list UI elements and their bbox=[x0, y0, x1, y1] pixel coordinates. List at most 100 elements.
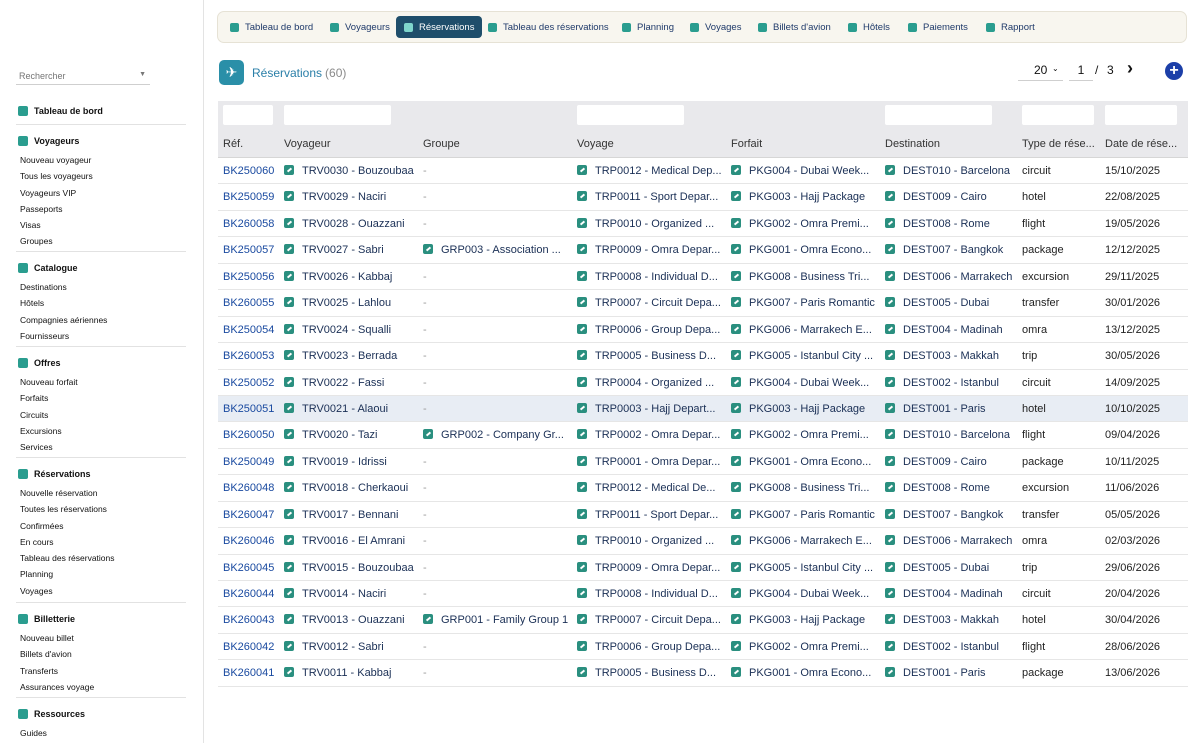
edit-link-icon[interactable] bbox=[577, 217, 587, 228]
edit-link-icon[interactable] bbox=[731, 588, 741, 598]
edit-link-icon[interactable] bbox=[885, 640, 895, 651]
destination-cell[interactable]: DEST009 - Cairo bbox=[885, 449, 1017, 475]
edit-link-icon[interactable] bbox=[577, 429, 587, 440]
traveler-cell[interactable]: TRV0026 - Kabbaj bbox=[284, 264, 414, 290]
group-cell[interactable]: - bbox=[423, 555, 571, 581]
edit-link-icon[interactable] bbox=[284, 191, 294, 202]
edit-link-icon[interactable] bbox=[577, 667, 587, 678]
edit-link-icon[interactable] bbox=[577, 350, 587, 361]
edit-link-icon[interactable] bbox=[731, 165, 741, 175]
package-cell[interactable]: PKG004 - Dubai Week... bbox=[731, 581, 881, 607]
edit-link-icon[interactable] bbox=[284, 323, 294, 334]
sidebar-item[interactable]: Confirmées bbox=[16, 518, 186, 534]
sidebar-item[interactable]: Transferts bbox=[16, 663, 186, 679]
search-select[interactable]: ▼ bbox=[16, 66, 150, 85]
edit-link-icon[interactable] bbox=[284, 217, 294, 228]
sidebar-item[interactable]: Passeports bbox=[16, 201, 186, 217]
edit-link-icon[interactable] bbox=[885, 561, 895, 572]
package-cell[interactable]: PKG001 - Omra Econo... bbox=[731, 449, 881, 475]
destination-cell[interactable]: DEST004 - Madinah bbox=[885, 581, 1017, 607]
column-header[interactable]: Réf. bbox=[223, 138, 283, 150]
column-filter-input[interactable] bbox=[885, 105, 992, 125]
table-row[interactable]: BK260058 TRV0028 - Ouazzani - TRP0010 - Org… bbox=[218, 210, 1188, 238]
ref-cell[interactable]: BK260044 bbox=[223, 581, 283, 607]
edit-link-icon[interactable] bbox=[284, 376, 294, 387]
ref-cell[interactable]: BK260053 bbox=[223, 343, 283, 369]
sidebar-item[interactable]: Voyages bbox=[16, 583, 186, 599]
group-cell[interactable]: - bbox=[423, 211, 571, 237]
edit-link-icon[interactable] bbox=[731, 455, 741, 466]
sidebar-heading[interactable]: Catalogue bbox=[16, 260, 186, 276]
ref-cell[interactable]: BK250052 bbox=[223, 370, 283, 396]
package-cell[interactable]: PKG007 - Paris Romantic bbox=[731, 502, 881, 528]
edit-link-icon[interactable] bbox=[885, 588, 895, 598]
sidebar-item[interactable]: Tableau des réservations bbox=[16, 550, 186, 566]
package-cell[interactable]: PKG004 - Dubai Week... bbox=[731, 370, 881, 396]
table-row[interactable]: BK260043 TRV0013 - Ouazzani GRP001 - Famil… bbox=[218, 607, 1188, 634]
destination-cell[interactable]: DEST010 - Barcelona bbox=[885, 158, 1017, 184]
traveler-cell[interactable]: TRV0012 - Sabri bbox=[284, 634, 414, 660]
ref-cell[interactable]: BK250054 bbox=[223, 317, 283, 343]
edit-link-icon[interactable] bbox=[423, 614, 433, 625]
traveler-cell[interactable]: TRV0020 - Tazi bbox=[284, 422, 414, 448]
group-cell[interactable]: GRP001 - Family Group 1 bbox=[423, 607, 571, 633]
sidebar-heading[interactable]: Tableau de bord bbox=[16, 103, 186, 119]
destination-cell[interactable]: DEST008 - Rome bbox=[885, 475, 1017, 501]
table-row[interactable]: BK250060 TRV0030 - Bouzoubaa - TRP0012 - Me… bbox=[218, 158, 1188, 185]
ref-cell[interactable]: BK260050 bbox=[223, 422, 283, 448]
sidebar-item[interactable]: Fournisseurs bbox=[16, 328, 186, 344]
column-header[interactable]: Date de rése... bbox=[1105, 138, 1185, 150]
traveler-cell[interactable]: TRV0011 - Kabbaj bbox=[284, 660, 414, 686]
edit-link-icon[interactable] bbox=[284, 350, 294, 361]
sidebar-item[interactable]: Billets d'avion bbox=[16, 646, 186, 662]
trip-cell[interactable]: TRP0007 - Circuit Depa... bbox=[577, 607, 727, 633]
table-row[interactable]: BK250059 TRV0029 - Naciri - TRP0011 - Sport… bbox=[218, 184, 1188, 211]
destination-cell[interactable]: DEST007 - Bangkok bbox=[885, 237, 1017, 263]
nav-tab[interactable]: Tableau des réservations bbox=[480, 16, 617, 38]
traveler-cell[interactable]: TRV0029 - Naciri bbox=[284, 184, 414, 210]
edit-link-icon[interactable] bbox=[577, 244, 587, 255]
trip-cell[interactable]: TRP0008 - Individual D... bbox=[577, 581, 727, 607]
package-cell[interactable]: PKG001 - Omra Econo... bbox=[731, 237, 881, 263]
table-row[interactable]: BK260053 TRV0023 - Berrada - TRP0005 - Busi… bbox=[218, 343, 1188, 370]
edit-link-icon[interactable] bbox=[885, 191, 895, 202]
sidebar-item[interactable]: Nouveau voyageur bbox=[16, 152, 186, 168]
table-row[interactable]: BK260045 TRV0015 - Bouzoubaa - TRP0009 - Om… bbox=[218, 554, 1188, 581]
edit-link-icon[interactable] bbox=[731, 244, 741, 255]
group-cell[interactable]: GRP002 - Company Gr... bbox=[423, 422, 571, 448]
traveler-cell[interactable]: TRV0023 - Berrada bbox=[284, 343, 414, 369]
traveler-cell[interactable]: TRV0028 - Ouazzani bbox=[284, 211, 414, 237]
edit-link-icon[interactable] bbox=[577, 614, 587, 625]
destination-cell[interactable]: DEST010 - Barcelona bbox=[885, 422, 1017, 448]
nav-tab[interactable]: Rapport bbox=[978, 16, 1043, 38]
sidebar-item[interactable]: Destinations bbox=[16, 279, 186, 295]
column-header[interactable]: Groupe bbox=[423, 138, 571, 150]
trip-cell[interactable]: TRP0012 - Medical De... bbox=[577, 475, 727, 501]
edit-link-icon[interactable] bbox=[731, 297, 741, 308]
ref-cell[interactable]: BK260055 bbox=[223, 290, 283, 316]
package-cell[interactable]: PKG008 - Business Tri... bbox=[731, 264, 881, 290]
edit-link-icon[interactable] bbox=[423, 429, 433, 440]
table-row[interactable]: BK250057 TRV0027 - Sabri GRP003 - Associat… bbox=[218, 237, 1188, 264]
sidebar-item[interactable]: Visas bbox=[16, 217, 186, 233]
group-cell[interactable]: - bbox=[423, 343, 571, 369]
trip-cell[interactable]: TRP0007 - Circuit Depa... bbox=[577, 290, 727, 316]
destination-cell[interactable]: DEST002 - Istanbul bbox=[885, 370, 1017, 396]
chevron-right-icon[interactable]: › bbox=[1127, 58, 1133, 79]
traveler-cell[interactable]: TRV0017 - Bennani bbox=[284, 502, 414, 528]
nav-tab[interactable]: Planning bbox=[614, 16, 682, 38]
edit-link-icon[interactable] bbox=[577, 402, 587, 413]
edit-link-icon[interactable] bbox=[284, 508, 294, 519]
destination-cell[interactable]: DEST004 - Madinah bbox=[885, 317, 1017, 343]
edit-link-icon[interactable] bbox=[577, 482, 587, 493]
table-row[interactable]: BK260041 TRV0011 - Kabbaj - TRP0005 - Busin… bbox=[218, 660, 1188, 687]
ref-cell[interactable]: BK250060 bbox=[223, 158, 283, 184]
edit-link-icon[interactable] bbox=[577, 165, 587, 175]
group-cell[interactable]: - bbox=[423, 396, 571, 422]
destination-cell[interactable]: DEST003 - Makkah bbox=[885, 343, 1017, 369]
edit-link-icon[interactable] bbox=[284, 561, 294, 572]
traveler-cell[interactable]: TRV0013 - Ouazzani bbox=[284, 607, 414, 633]
group-cell[interactable]: - bbox=[423, 528, 571, 554]
ref-cell[interactable]: BK260048 bbox=[223, 475, 283, 501]
table-row[interactable]: BK260044 TRV0014 - Naciri - TRP0008 - Indiv… bbox=[218, 581, 1188, 608]
